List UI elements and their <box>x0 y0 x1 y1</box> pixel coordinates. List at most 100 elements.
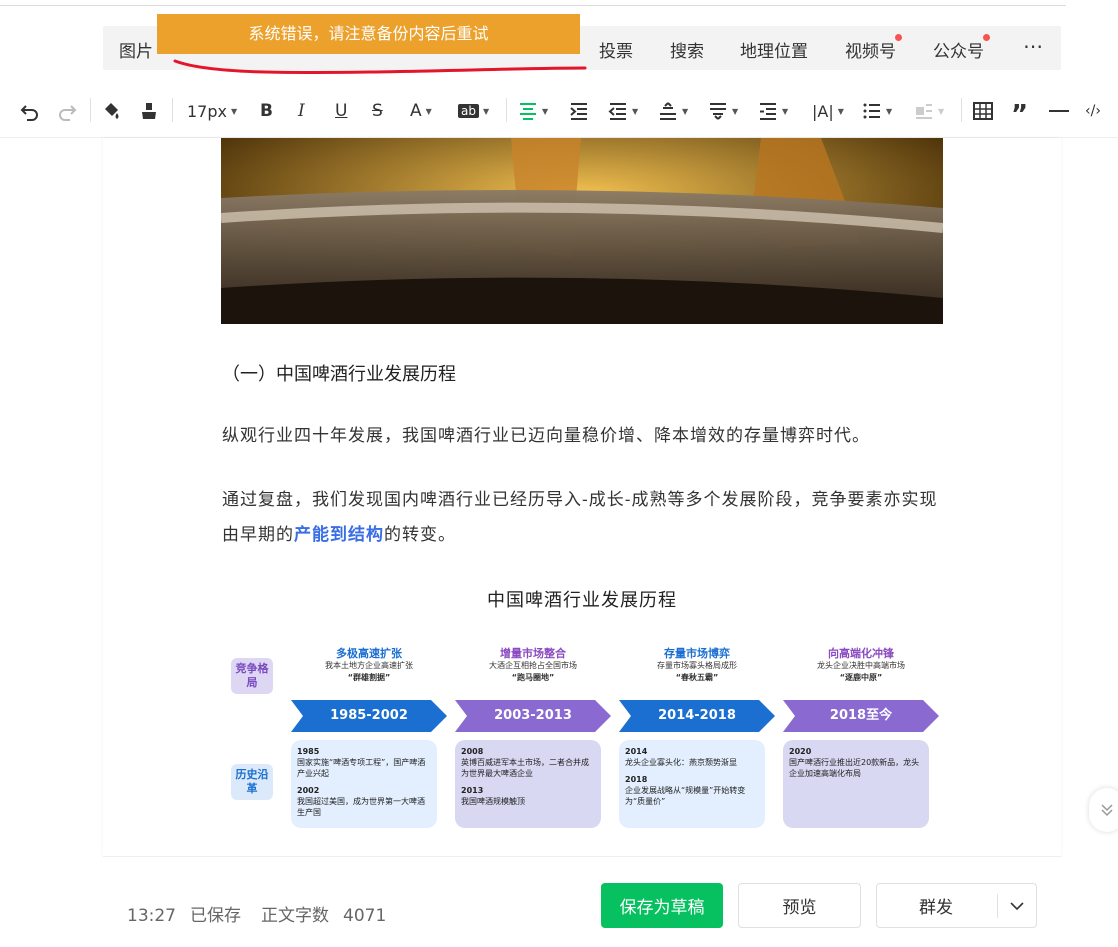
menu-item-search[interactable]: 搜索 <box>670 37 704 62</box>
menu-item-image[interactable]: 图片 <box>119 37 153 62</box>
red-annotation-underline <box>173 59 587 75</box>
editor-content[interactable]: （一）中国啤酒行业发展历程 纵观行业四十年发展，我国啤酒行业已迈向量稳价增、降本… <box>103 138 1061 856</box>
timeline-period-label: 1985-2002 <box>330 708 408 723</box>
timeline-column: 存量市场博弈 存量市场寡头格局成形 “春秋五霸” 2014-2018 2014 龙头企业寡… <box>619 648 775 828</box>
mass-send-button[interactable]: 群发 <box>876 883 1037 928</box>
bold-icon[interactable]: B <box>260 100 273 122</box>
side-label-competition: 竞争格局 <box>231 658 273 694</box>
strikethrough-icon[interactable]: S <box>372 100 383 122</box>
timeline-figure[interactable]: 竞争格局 历史沿革 多极高速扩张 我本土地方企业高速扩张 “群雄割据” 1985-20… <box>231 648 941 838</box>
font-size-value: 17px <box>187 101 227 121</box>
menu-item-label: 公众号 <box>933 42 984 62</box>
text-indent-icon[interactable]: ▼ <box>758 100 788 122</box>
word-count: 4071 <box>343 906 387 926</box>
timeline-period-label: 2003-2013 <box>494 708 572 723</box>
timeline-head3: “群雄割据” <box>347 673 391 682</box>
save-status: 13:27 已保存 正文字数 4071 <box>127 901 386 926</box>
format-painter-icon[interactable] <box>102 100 122 122</box>
button-split-divider <box>997 894 998 918</box>
menu-item-label: 搜索 <box>670 42 704 62</box>
timeline-head3: “逐鹿中原” <box>839 673 883 682</box>
underline-icon[interactable]: U <box>335 100 347 122</box>
undo-icon[interactable] <box>20 100 40 122</box>
quote-icon[interactable]: ” <box>1011 100 1028 130</box>
save-draft-button[interactable]: 保存为草稿 <box>601 883 723 928</box>
notification-dot <box>895 34 902 41</box>
timeline-head2: 大酒企互相抢占全国市场 <box>489 661 577 670</box>
figure-title: 中国啤酒行业发展历程 <box>487 590 677 611</box>
outdent-icon[interactable]: ▼ <box>608 100 638 122</box>
event-year: 2013 <box>461 786 484 795</box>
timeline-head1: 多极高速扩张 <box>336 647 402 660</box>
indent-icon[interactable] <box>569 100 589 122</box>
window-top-border <box>0 0 1066 6</box>
timeline-column-header: 存量市场博弈 存量市场寡头格局成形 “春秋五霸” <box>619 648 775 684</box>
more-dots-icon[interactable]: ⋯ <box>1023 34 1044 58</box>
error-toast: 系统错误，请注意备份内容后重试 <box>157 14 580 54</box>
float-icon: ▼ <box>914 100 944 122</box>
line-height-icon[interactable]: ▼ <box>658 100 688 122</box>
toolbar-separator <box>961 98 962 122</box>
code-icon[interactable]: ‹/› <box>1085 100 1101 122</box>
timeline-head1: 向高端化冲锋 <box>828 647 894 660</box>
event-year: 2014 <box>625 747 648 756</box>
align-center-icon[interactable]: ▼ <box>518 100 548 122</box>
letter-spacing-icon[interactable]: |A| ▼ <box>812 100 844 122</box>
menu-item-location[interactable]: 地理位置 <box>740 37 808 62</box>
menu-item-official-account[interactable]: 公众号 <box>933 34 990 62</box>
event-text: 我国超过美国，成为世界第一大啤酒生产国 <box>297 797 425 817</box>
timeline-event-box: 1985 国家实施“啤酒专项工程”，国产啤酒产业兴起 2002 我国超过美国，成为世界… <box>291 740 437 828</box>
menu-item-label: 图片 <box>119 42 153 62</box>
timeline-event-box: 2008 英博百威进军本土市场，二者合并成为世界最大啤酒企业 2013 我国啤酒规模触… <box>455 740 601 828</box>
event-year: 1985 <box>297 747 320 756</box>
paragraph-2-text-end: 的转变。 <box>384 525 456 545</box>
editor-toolbar: 17px ▼ B I U S A ▼ ab ▼ ▼ ▼ ▼ ▼ ▼ |A| ▼ ▼ ▼ … <box>0 82 1118 138</box>
notification-dot <box>983 34 990 41</box>
font-size-select[interactable]: 17px ▼ <box>187 100 237 122</box>
paragraph-1: 纵观行业四十年发展，我国啤酒行业已迈向量稳价增、降本增效的存量博弈时代。 <box>222 426 870 446</box>
timeline-period-arrow: 2018至今 <box>783 700 939 732</box>
table-icon[interactable] <box>973 100 993 122</box>
save-time: 13:27 <box>127 906 176 926</box>
event-year: 2002 <box>297 786 320 795</box>
background-color-icon[interactable]: ab ▼ <box>458 100 489 122</box>
redo-icon[interactable] <box>57 100 77 122</box>
italic-icon[interactable]: I <box>298 100 305 122</box>
menu-item-label: 地理位置 <box>740 42 808 62</box>
mass-send-label: 群发 <box>919 898 953 918</box>
timeline-column: 向高端化冲锋 龙头企业决胜中高端市场 “逐鹿中原” 2018至今 2020 国产啤酒行业推… <box>783 647 939 828</box>
event-text: 国家实施“啤酒专项工程”，国产啤酒产业兴起 <box>297 758 426 778</box>
preview-button[interactable]: 预览 <box>738 883 861 928</box>
timeline-head2: 我本土地方企业高速扩张 <box>325 661 413 670</box>
menu-item-label: 视频号 <box>845 42 896 62</box>
menu-item-label: 投票 <box>599 42 633 62</box>
timeline-column-header: 多极高速扩张 我本土地方企业高速扩张 “群雄割据” <box>291 648 447 684</box>
clear-format-icon[interactable] <box>140 100 158 122</box>
scroll-down-button[interactable] <box>1089 788 1118 832</box>
highlighted-text: 产能到结构 <box>294 525 384 545</box>
timeline-column: 增量市场整合 大酒企互相抢占全国市场 “跑马圈地” 2003-2013 2008 英博百威… <box>455 647 611 828</box>
side-label-history: 历史沿革 <box>231 764 273 800</box>
bottom-action-bar: 13:27 已保存 正文字数 4071 保存为草稿 预览 群发 <box>103 856 1061 947</box>
timeline-head2: 龙头企业决胜中高端市场 <box>817 661 905 670</box>
article-image[interactable] <box>221 138 943 324</box>
timeline-event-box: 2020 国产啤酒行业推出近20款新品，龙头企业加速高端化布局 <box>783 740 929 828</box>
list-icon[interactable]: ▼ <box>862 100 892 122</box>
divider-icon[interactable] <box>1049 100 1069 122</box>
menu-item-vote[interactable]: 投票 <box>599 37 633 62</box>
paragraph-spacing-icon[interactable]: ▼ <box>708 100 738 122</box>
timeline-head2: 存量市场寡头格局成形 <box>657 661 737 670</box>
event-text: 龙头企业寡头化：燕京颓势渐显 <box>625 758 737 767</box>
event-text: 国产啤酒行业推出近20款新品，龙头企业加速高端化布局 <box>789 758 920 778</box>
chevron-down-icon[interactable] <box>1007 894 1027 923</box>
menu-item-channels[interactable]: 视频号 <box>845 34 902 62</box>
word-count-label: 正文字数 <box>261 906 329 926</box>
timeline-period-label: 2018至今 <box>829 708 893 723</box>
font-color-icon[interactable]: A ▼ <box>410 100 432 122</box>
event-year: 2020 <box>789 747 812 756</box>
timeline-period-arrow: 2003-2013 <box>455 700 611 732</box>
timeline-column: 多极高速扩张 我本土地方企业高速扩张 “群雄割据” 1985-2002 1985 国家实施… <box>291 648 447 828</box>
timeline-period-label: 2014-2018 <box>658 708 736 723</box>
timeline-head1: 增量市场整合 <box>500 647 566 660</box>
timeline-period-arrow: 2014-2018 <box>619 700 775 732</box>
